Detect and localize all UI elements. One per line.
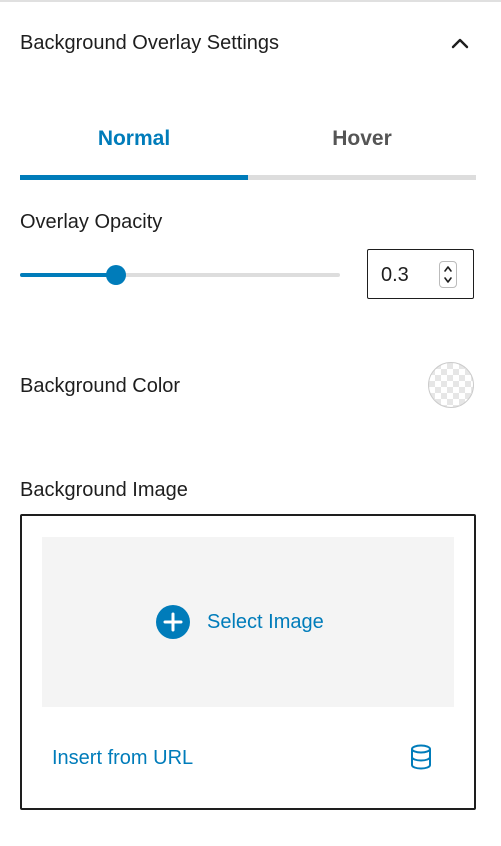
overlay-opacity-label: Overlay Opacity	[20, 211, 163, 233]
tab-active-indicator	[20, 175, 248, 180]
overlay-opacity-value: 0.3	[381, 264, 409, 286]
insert-from-url-link[interactable]: Insert from URL	[52, 747, 193, 770]
stepper-up-icon[interactable]	[443, 264, 453, 274]
stepper-down-icon[interactable]	[443, 275, 453, 285]
slider-thumb[interactable]	[106, 265, 126, 285]
slider-fill	[20, 273, 116, 277]
tab-normal[interactable]: Normal	[20, 118, 248, 174]
panel-title: Background Overlay Settings	[20, 32, 280, 54]
chevron-up-icon[interactable]	[446, 30, 474, 58]
panel-header[interactable]: Background Overlay Settings	[20, 30, 480, 60]
database-icon[interactable]	[408, 743, 434, 771]
overlay-opacity-input[interactable]: 0.3	[367, 249, 474, 299]
plus-circle-icon	[156, 605, 190, 639]
overlay-opacity-slider[interactable]	[20, 262, 340, 288]
background-color-label: Background Color	[20, 375, 181, 397]
select-image-label[interactable]: Select Image	[207, 611, 324, 634]
transparent-color-swatch-icon[interactable]	[428, 362, 474, 408]
tab-hover[interactable]: Hover	[248, 118, 476, 174]
up-down-stepper-icon[interactable]	[439, 261, 457, 288]
select-image-dropzone[interactable]: Select Image	[42, 537, 454, 707]
state-tabs: Normal Hover	[20, 118, 476, 182]
background-image-label: Background Image	[20, 479, 188, 501]
top-divider	[0, 0, 501, 2]
background-image-box: Select Image Insert from URL	[20, 514, 476, 810]
